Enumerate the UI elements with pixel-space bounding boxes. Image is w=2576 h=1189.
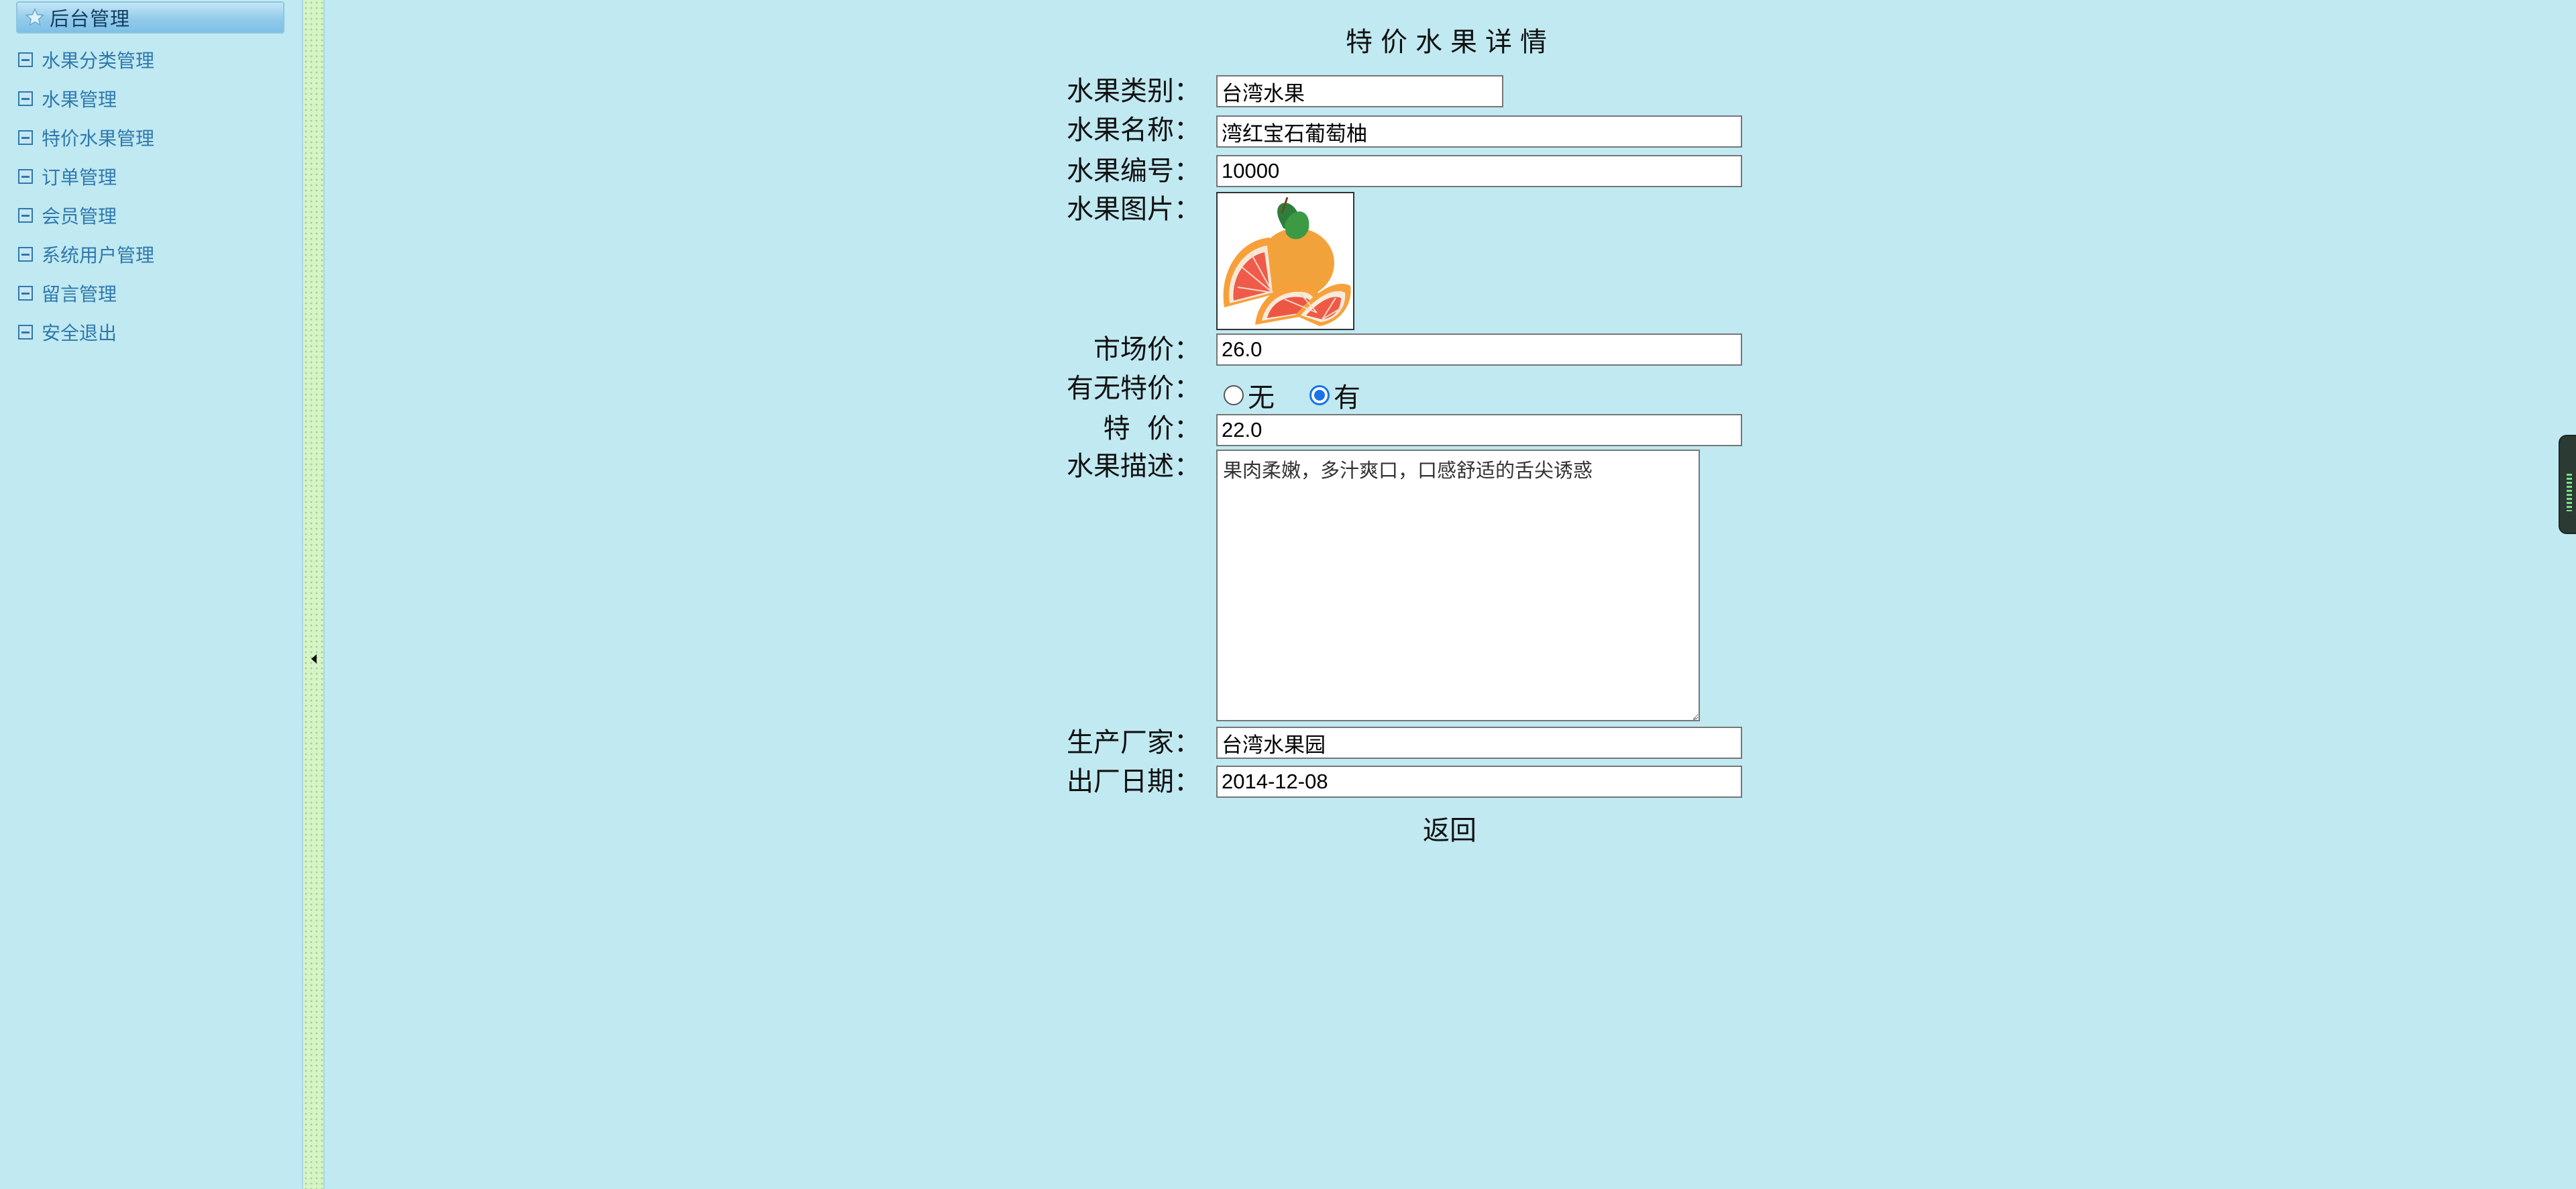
description-textarea[interactable]: 果肉柔嫩，多汁爽口，口感舒适的舌尖诱惑 bbox=[1216, 450, 1700, 721]
sidebar-item-label[interactable]: 水果分类管理 bbox=[42, 46, 154, 73]
market-price-field[interactable] bbox=[1216, 333, 1742, 366]
list-bullet-icon bbox=[18, 325, 33, 340]
collapse-left-arrow-icon[interactable] bbox=[309, 652, 319, 666]
widget-bars bbox=[2567, 474, 2572, 511]
list-bullet-icon bbox=[18, 247, 33, 262]
special-price-field[interactable] bbox=[1216, 414, 1742, 446]
special-no-radio[interactable] bbox=[1224, 385, 1244, 405]
date-field[interactable] bbox=[1216, 766, 1742, 798]
list-bullet-icon bbox=[18, 130, 33, 145]
name-label: 水果名称： bbox=[1067, 115, 1201, 146]
market-price-label: 市场价： bbox=[1093, 334, 1201, 365]
category-field[interactable] bbox=[1216, 75, 1503, 107]
description-label: 水果描述： bbox=[1067, 451, 1201, 482]
special-option-yes[interactable]: 有 bbox=[1309, 376, 1360, 415]
special-yes-radio[interactable] bbox=[1309, 385, 1330, 405]
app-window: 后台管理 水果分类管理 水果管理 特价水果管理 订单管理 会员管理 系统用户管理… bbox=[0, 0, 2576, 1189]
frame-splitter[interactable] bbox=[302, 0, 325, 1189]
sidebar-header-title: 后台管理 bbox=[50, 7, 131, 30]
list-bullet-icon bbox=[18, 91, 33, 106]
back-button[interactable]: 返回 bbox=[1423, 809, 1477, 847]
floating-tool-icon[interactable] bbox=[2559, 435, 2576, 534]
manufacturer-field[interactable] bbox=[1216, 727, 1742, 759]
special-no-label: 无 bbox=[1248, 382, 1275, 413]
description-text: 果肉柔嫩，多汁爽口，口感舒适的舌尖诱惑 bbox=[1223, 459, 1593, 482]
sidebar-item-label[interactable]: 安全退出 bbox=[42, 319, 117, 346]
special-price-label: 特 价： bbox=[1103, 413, 1201, 444]
list-bullet-icon bbox=[18, 52, 33, 67]
image-label: 水果图片： bbox=[1067, 194, 1201, 225]
category-label: 水果类别： bbox=[1067, 76, 1201, 107]
manufacturer-label: 生产厂家： bbox=[1067, 727, 1201, 758]
special-option-no[interactable]: 无 bbox=[1224, 376, 1275, 415]
star-icon bbox=[23, 5, 47, 30]
list-bullet-icon bbox=[18, 286, 33, 301]
sidebar-header[interactable]: 后台管理 bbox=[16, 1, 284, 34]
main-content: 特价水果详情 水果类别： 水果名称： 水果编号： 水果图片： bbox=[325, 0, 2576, 1189]
sidebar-item-label[interactable]: 水果管理 bbox=[42, 85, 117, 112]
fruit-image bbox=[1216, 192, 1354, 330]
sidebar: 后台管理 水果分类管理 水果管理 特价水果管理 订单管理 会员管理 系统用户管理… bbox=[0, 0, 302, 1189]
sidebar-item-label[interactable]: 留言管理 bbox=[42, 280, 117, 307]
name-field[interactable] bbox=[1216, 115, 1742, 148]
date-label: 出厂日期： bbox=[1067, 766, 1201, 797]
sidebar-item-label[interactable]: 会员管理 bbox=[42, 202, 117, 229]
special-label: 有无特价： bbox=[1067, 373, 1201, 404]
resize-grip-icon[interactable] bbox=[1686, 707, 1697, 720]
list-bullet-icon bbox=[18, 169, 33, 184]
special-yes-label: 有 bbox=[1334, 382, 1360, 413]
code-label: 水果编号： bbox=[1067, 156, 1201, 187]
sidebar-item-label[interactable]: 订单管理 bbox=[42, 163, 117, 190]
sidebar-item-label[interactable]: 系统用户管理 bbox=[42, 241, 154, 268]
sidebar-item-label[interactable]: 特价水果管理 bbox=[42, 124, 154, 151]
code-field[interactable] bbox=[1216, 155, 1742, 187]
page-title: 特价水果详情 bbox=[1346, 27, 1555, 58]
list-bullet-icon bbox=[18, 208, 33, 223]
